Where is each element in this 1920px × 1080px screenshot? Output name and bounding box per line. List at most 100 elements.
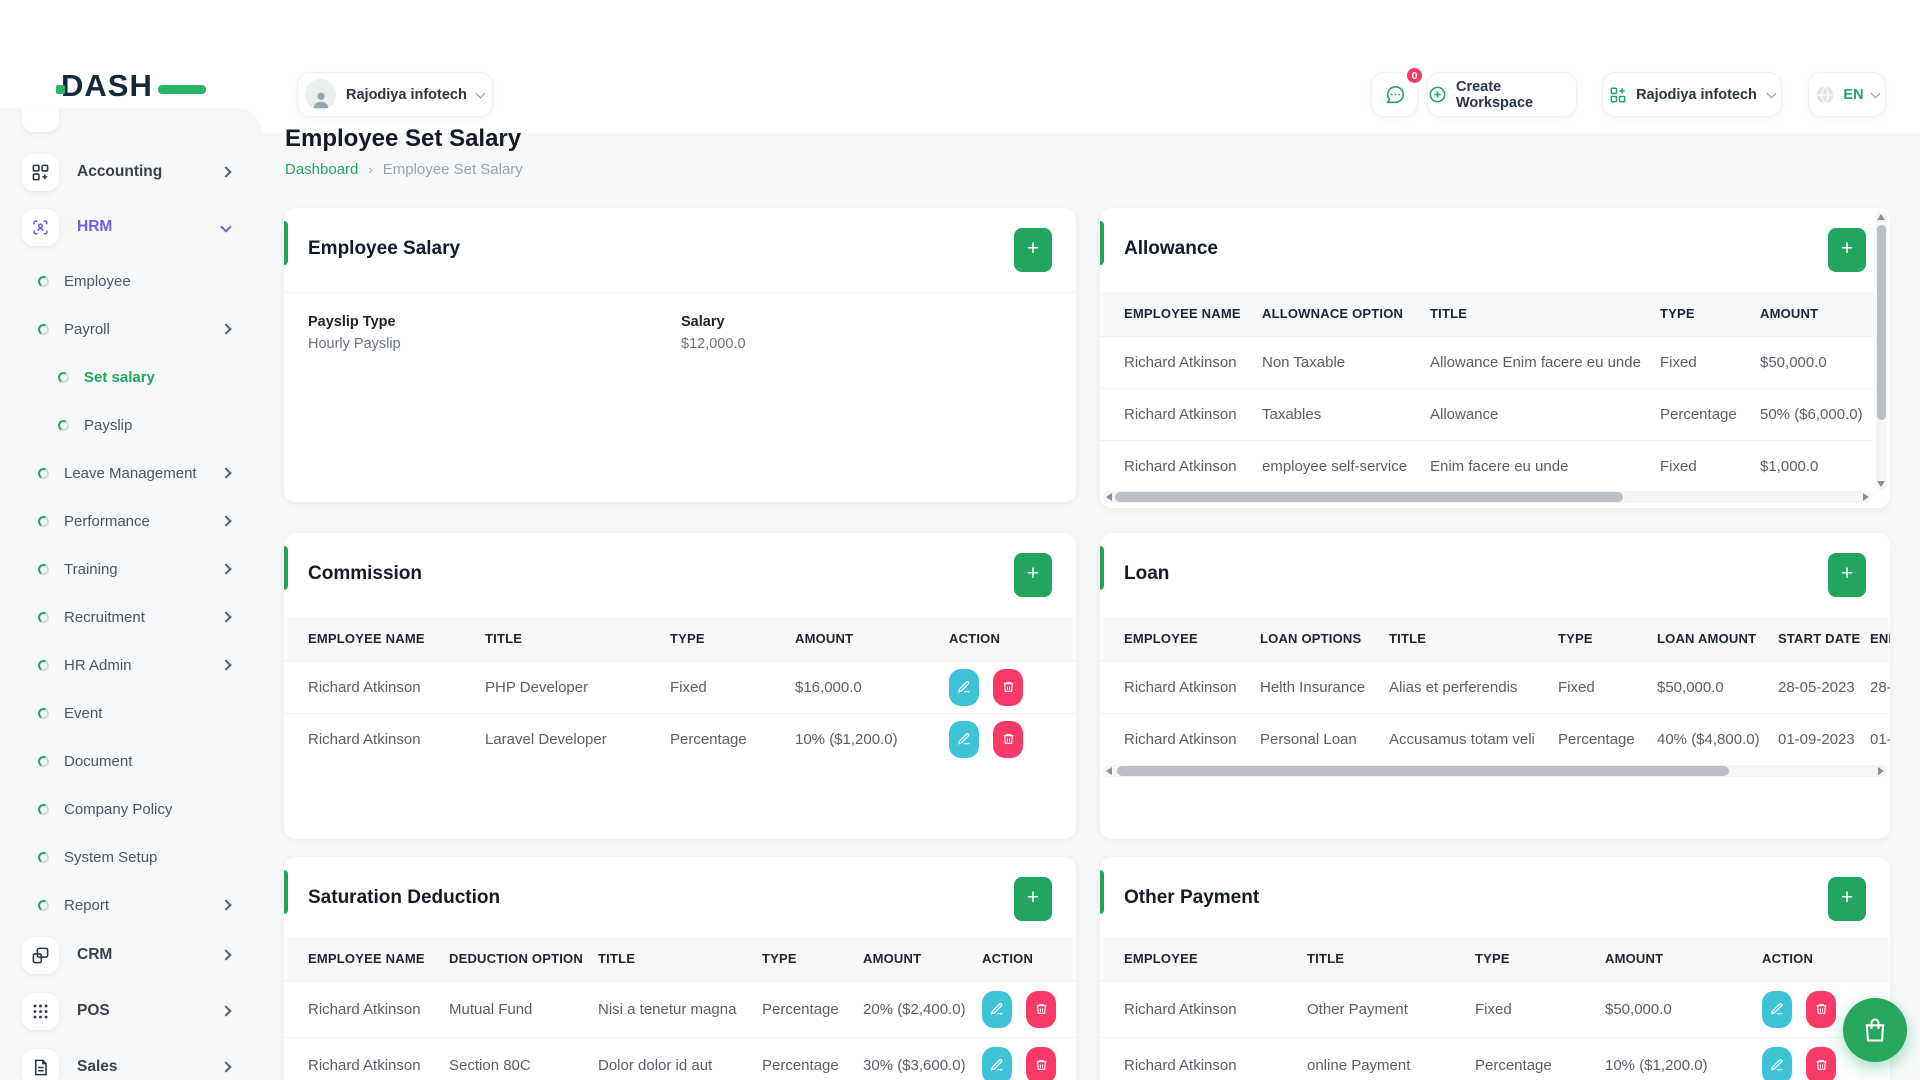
sidebar-item-label: Company Policy bbox=[64, 801, 172, 818]
bullet-icon bbox=[37, 898, 50, 911]
sidebar-item-label: Set salary bbox=[84, 369, 155, 386]
delete-button[interactable] bbox=[1026, 991, 1056, 1028]
column-header: LOAN AMOUNT bbox=[1657, 617, 1778, 661]
app-logo[interactable]: DASH bbox=[61, 68, 211, 110]
sidebar-item-label: Training bbox=[64, 561, 118, 578]
column-header: END DATE bbox=[1870, 617, 1890, 661]
add-other-payment-button[interactable]: + bbox=[1828, 877, 1866, 921]
table-cell: Richard Atkinson bbox=[1100, 336, 1262, 388]
add-commission-button[interactable]: + bbox=[1014, 553, 1052, 597]
chevron-down-icon bbox=[1766, 88, 1776, 98]
scroll-right-arrow[interactable] bbox=[1878, 767, 1884, 775]
vertical-scrollbar[interactable] bbox=[1876, 211, 1887, 490]
table-cell: $1,000.0 bbox=[1760, 440, 1874, 492]
sidebar-item-system-setup[interactable]: System Setup bbox=[10, 835, 256, 879]
sidebar-item-set-salary[interactable]: Set salary bbox=[10, 355, 256, 399]
scroll-right-arrow[interactable] bbox=[1863, 493, 1869, 501]
table-cell: Enim facere eu unde bbox=[1430, 440, 1660, 492]
delete-button[interactable] bbox=[993, 721, 1023, 758]
chevron-right-icon bbox=[220, 659, 231, 670]
chevron-right-icon bbox=[220, 563, 231, 574]
scroll-left-arrow[interactable] bbox=[1106, 767, 1112, 775]
bullet-icon bbox=[37, 802, 50, 815]
action-cell bbox=[982, 981, 1076, 1037]
column-header: EMPLOYEE bbox=[1100, 937, 1307, 981]
employee-salary-card: Employee Salary + Payslip Type Hourly Pa… bbox=[284, 208, 1076, 502]
edit-button[interactable] bbox=[1762, 1047, 1792, 1080]
table-cell: Fixed bbox=[1660, 336, 1760, 388]
allowance-table: EMPLOYEE NAMEALLOWNACE OPTIONTITLETYPEAM… bbox=[1100, 292, 1874, 492]
sidebar-item-recruitment[interactable]: Recruitment bbox=[10, 595, 256, 639]
delete-button[interactable] bbox=[1806, 1047, 1836, 1080]
workspace-switcher[interactable]: Rajodiya infotech bbox=[297, 72, 493, 117]
scroll-down-arrow[interactable] bbox=[1877, 481, 1885, 487]
scrollbar-thumb[interactable] bbox=[1877, 225, 1886, 420]
sidebar-item-hrm[interactable]: HRM bbox=[10, 205, 256, 249]
shopping-bag-icon bbox=[1861, 1016, 1889, 1044]
language-code: EN bbox=[1843, 87, 1863, 103]
create-workspace-button[interactable]: Create Workspace bbox=[1427, 72, 1577, 117]
table-cell: 01-0 bbox=[1870, 713, 1890, 765]
edit-button[interactable] bbox=[1762, 991, 1792, 1028]
scrollbar-thumb[interactable] bbox=[1117, 766, 1729, 776]
page-title: Employee Set Salary bbox=[285, 125, 521, 153]
add-employee-salary-button[interactable]: + bbox=[1014, 228, 1052, 272]
add-allowance-button[interactable]: + bbox=[1828, 228, 1866, 272]
table-row: Richard AtkinsonNon TaxableAllowance Eni… bbox=[1100, 336, 1874, 388]
sidebar-item-report[interactable]: Report bbox=[10, 883, 256, 927]
breadcrumb-dashboard-link[interactable]: Dashboard bbox=[285, 161, 358, 178]
divider bbox=[284, 292, 1076, 293]
sidebar-item-leave-management[interactable]: Leave Management bbox=[10, 451, 256, 495]
logo-accent-dot bbox=[56, 85, 65, 94]
language-selector[interactable]: EN bbox=[1808, 72, 1886, 117]
sidebar-item-payslip[interactable]: Payslip bbox=[10, 403, 256, 447]
table-cell: Section 80C bbox=[449, 1037, 598, 1080]
sidebar-item-crm[interactable]: CRM bbox=[10, 933, 256, 977]
scroll-left-arrow[interactable] bbox=[1106, 493, 1112, 501]
payslip-type-label: Payslip Type bbox=[308, 314, 396, 330]
edit-button[interactable] bbox=[949, 669, 979, 706]
horizontal-scrollbar[interactable] bbox=[1103, 765, 1887, 777]
delete-button[interactable] bbox=[993, 669, 1023, 706]
delete-button[interactable] bbox=[1806, 991, 1836, 1028]
edit-button[interactable] bbox=[982, 1047, 1012, 1080]
messages-count-badge: 0 bbox=[1405, 66, 1424, 85]
column-header: ACTION bbox=[949, 617, 1076, 661]
card-accent-bar bbox=[1100, 870, 1104, 914]
bullet-icon bbox=[37, 610, 50, 623]
horizontal-scrollbar[interactable] bbox=[1103, 491, 1872, 503]
data-table: EMPLOYEE NAMEDEDUCTION OPTIONTITLETYPEAM… bbox=[284, 937, 1076, 1080]
sidebar-item-training[interactable]: Training bbox=[10, 547, 256, 591]
sidebar-item-payroll[interactable]: Payroll bbox=[10, 307, 256, 351]
sidebar-item-label: HRM bbox=[77, 218, 112, 236]
delete-button[interactable] bbox=[1026, 1047, 1056, 1080]
table-cell: online Payment bbox=[1307, 1037, 1475, 1080]
column-header: AMOUNT bbox=[863, 937, 982, 981]
sidebar-item-sales[interactable]: Sales bbox=[10, 1045, 256, 1080]
sidebar-item-pos[interactable]: POS bbox=[10, 989, 256, 1033]
workspace-dropdown[interactable]: Rajodiya infotech bbox=[1602, 72, 1782, 117]
column-header: EMPLOYEE bbox=[1100, 617, 1260, 661]
edit-button[interactable] bbox=[982, 991, 1012, 1028]
sidebar-item-company-policy[interactable]: Company Policy bbox=[10, 787, 256, 831]
add-loan-button[interactable]: + bbox=[1828, 553, 1866, 597]
sidebar-item-performance[interactable]: Performance bbox=[10, 499, 256, 543]
scroll-up-arrow[interactable] bbox=[1877, 214, 1885, 220]
edit-button[interactable] bbox=[949, 721, 979, 758]
add-saturation-deduction-button[interactable]: + bbox=[1014, 877, 1052, 921]
bullet-icon bbox=[37, 322, 50, 335]
sidebar-item-accounting[interactable]: Accounting bbox=[10, 150, 256, 194]
sidebar-item-label: Payroll bbox=[64, 321, 110, 338]
card-title: Commission bbox=[308, 563, 422, 585]
sidebar-item-event[interactable]: Event bbox=[10, 691, 256, 735]
sidebar-item-document[interactable]: Document bbox=[10, 739, 256, 783]
sidebar-item-hr-admin[interactable]: HR Admin bbox=[10, 643, 256, 687]
scrollbar-thumb[interactable] bbox=[1115, 492, 1623, 502]
chevron-right-icon bbox=[220, 1005, 231, 1016]
cart-floating-button[interactable] bbox=[1843, 998, 1907, 1062]
table-row: Richard AtkinsonHelth InsuranceAlias et … bbox=[1100, 661, 1890, 713]
sidebar-item-label: Accounting bbox=[77, 163, 162, 181]
messages-button[interactable]: 0 bbox=[1371, 72, 1418, 117]
table-cell: Fixed bbox=[1475, 981, 1605, 1037]
sidebar-item-employee[interactable]: Employee bbox=[10, 259, 256, 303]
